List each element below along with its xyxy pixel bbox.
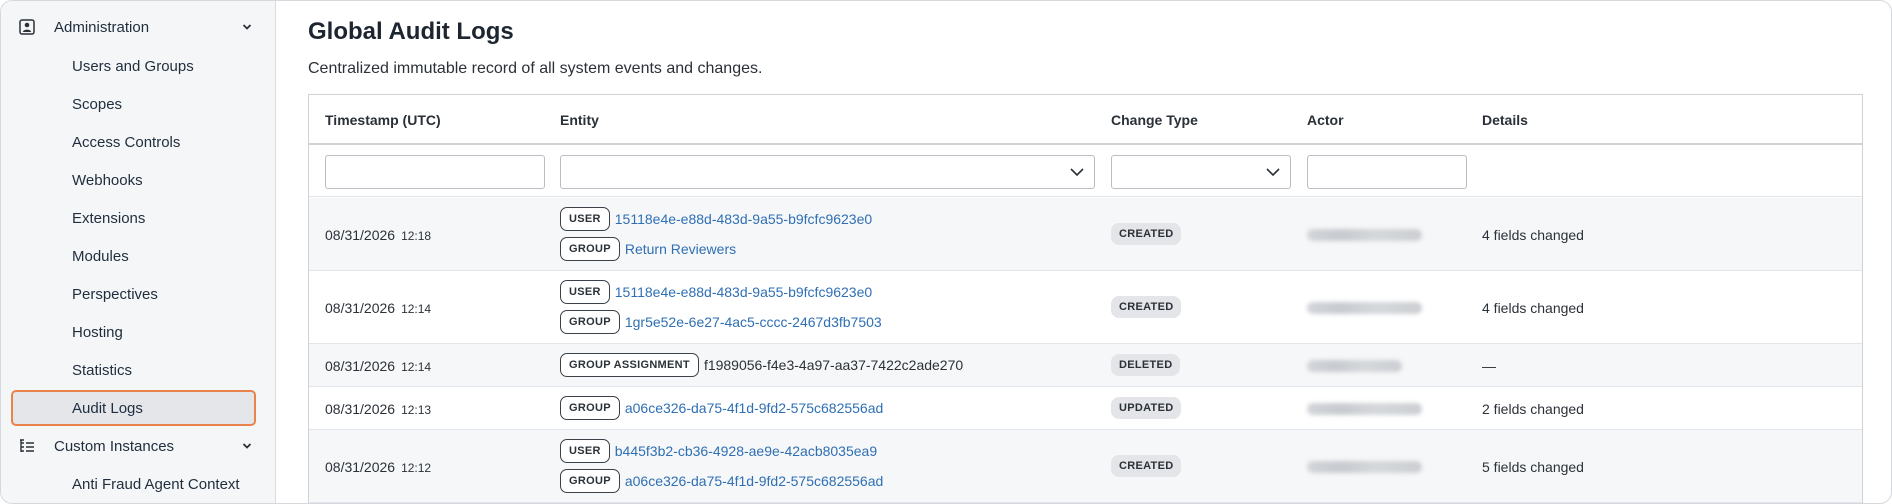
main-content: Global Audit Logs Centralized immutable …	[276, 1, 1891, 503]
date-text: 08/31/2026	[325, 227, 396, 243]
actor-redacted	[1307, 229, 1422, 241]
table-row[interactable]: 08/31/2026 12:14 GROUP ASSIGNMENT f198905…	[309, 344, 1862, 387]
entity-type-tag: GROUP	[560, 237, 620, 261]
actor-redacted	[1307, 360, 1402, 372]
entity-id-text: f1989056-f4e3-4a97-aa37-7422c2ade270	[703, 357, 964, 373]
entity-type-tag: USER	[560, 439, 610, 463]
entity-type-tag: GROUP ASSIGNMENT	[560, 353, 699, 377]
sidebar-section-administration[interactable]: Administration	[1, 11, 276, 43]
date-text: 08/31/2026	[325, 459, 396, 475]
entity-type-tag: GROUP	[560, 396, 620, 420]
table-row[interactable]: 08/31/2026 12:14 USER 15118e4e-e88d-483d-…	[309, 271, 1862, 344]
date-text: 08/31/2026	[325, 300, 396, 316]
actor-redacted	[1307, 302, 1422, 314]
chevron-down-icon	[1070, 168, 1084, 177]
timestamp-cell: 08/31/2026 12:13	[325, 401, 431, 417]
table-row[interactable]: 08/31/2026 12:13 GROUP a06ce326-da75-4f1d…	[309, 387, 1862, 430]
sidebar-item-modules[interactable]: Modules	[11, 239, 256, 273]
table-header: Timestamp (UTC) Entity Change Type Actor…	[309, 95, 1862, 145]
change-type-filter-select[interactable]	[1111, 155, 1291, 189]
time-text: 12:13	[401, 403, 432, 417]
time-text: 12:14	[401, 302, 432, 316]
entity-type-tag: GROUP	[560, 310, 620, 334]
details-cell: —	[1482, 358, 1496, 374]
entity-link[interactable]: 15118e4e-e88d-483d-9a55-b9fcfc9623e0	[615, 211, 872, 227]
entity-link[interactable]: Return Reviewers	[625, 241, 736, 257]
column-header-timestamp[interactable]: Timestamp (UTC)	[325, 112, 441, 128]
entity-link[interactable]: a06ce326-da75-4f1d-9fd2-575c682556ad	[625, 473, 883, 489]
timestamp-cell: 08/31/2026 12:12	[325, 459, 431, 475]
change-type-badge: CREATED	[1111, 455, 1182, 477]
change-type-badge: CREATED	[1111, 296, 1182, 318]
timestamp-cell: 08/31/2026 12:18	[325, 227, 431, 243]
time-text: 12:18	[401, 229, 432, 243]
sidebar-item-webhooks[interactable]: Webhooks	[11, 163, 256, 197]
entity-line: GROUP a06ce326-da75-4f1d-9fd2-575c682556…	[560, 395, 883, 421]
entity-link[interactable]: a06ce326-da75-4f1d-9fd2-575c682556ad	[625, 400, 883, 416]
entity-link[interactable]: 15118e4e-e88d-483d-9a55-b9fcfc9623e0	[615, 284, 872, 300]
details-cell: 2 fields changed	[1482, 401, 1584, 417]
entity-link[interactable]: 1gr5e52e-6e27-4ac5-cccc-2467d3fb7503	[625, 314, 882, 330]
audit-log-table: Timestamp (UTC) Entity Change Type Actor…	[308, 94, 1863, 503]
entity-type-tag: GROUP	[560, 469, 620, 493]
sidebar-item-extensions[interactable]: Extensions	[11, 201, 256, 235]
entity-line: GROUP ASSIGNMENT f1989056-f4e3-4a97-aa37…	[560, 352, 963, 378]
sidebar-item-users-and-groups[interactable]: Users and Groups	[11, 49, 256, 83]
details-cell: 4 fields changed	[1482, 227, 1584, 243]
sidebar-item-scopes[interactable]: Scopes	[11, 87, 256, 121]
details-cell: 4 fields changed	[1482, 300, 1584, 316]
entity-line: GROUP a06ce326-da75-4f1d-9fd2-575c682556…	[560, 468, 883, 494]
column-header-actor[interactable]: Actor	[1307, 112, 1344, 128]
entity-line: GROUP 1gr5e52e-6e27-4ac5-cccc-2467d3fb75…	[560, 309, 882, 335]
column-header-entity[interactable]: Entity	[560, 112, 599, 128]
entity-line: USER b445f3b2-cb36-4928-ae9e-42acb8035ea…	[560, 438, 877, 464]
actor-redacted	[1307, 461, 1422, 473]
column-header-details: Details	[1482, 112, 1528, 128]
change-type-badge: UPDATED	[1111, 397, 1182, 419]
entity-type-tag: USER	[560, 280, 610, 304]
sidebar-section-custom-instances[interactable]: Custom Instances	[1, 430, 276, 462]
app-window: Administration Users and Groups Scopes A…	[0, 0, 1892, 504]
table-row[interactable]: 08/31/2026 12:12 USER b445f3b2-cb36-4928-…	[309, 430, 1862, 503]
entity-type-tag: USER	[560, 207, 610, 231]
page-subtitle: Centralized immutable record of all syst…	[308, 60, 763, 77]
sidebar-section-label: Custom Instances	[54, 437, 175, 455]
entity-line: USER 15118e4e-e88d-483d-9a55-b9fcfc9623e…	[560, 279, 872, 305]
sidebar-item-access-controls[interactable]: Access Controls	[11, 125, 256, 159]
change-type-badge: CREATED	[1111, 223, 1182, 245]
timestamp-cell: 08/31/2026 12:14	[325, 300, 431, 316]
sidebar-item-perspectives[interactable]: Perspectives	[11, 277, 256, 311]
page-title: Global Audit Logs	[308, 18, 514, 45]
date-text: 08/31/2026	[325, 401, 396, 417]
sidebar-item-audit-logs[interactable]: Audit Logs	[11, 390, 256, 426]
sidebar-item-anti-fraud-agent-context[interactable]: Anti Fraud Agent Context	[11, 467, 256, 501]
time-text: 12:14	[401, 360, 432, 374]
sidebar-item-hosting[interactable]: Hosting	[11, 315, 256, 349]
chevron-down-icon	[242, 24, 252, 30]
column-header-change-type[interactable]: Change Type	[1111, 112, 1198, 128]
sidebar-item-statistics[interactable]: Statistics	[11, 353, 256, 387]
actor-filter-input[interactable]	[1307, 155, 1467, 189]
chevron-down-icon	[1266, 168, 1280, 177]
entity-filter-select[interactable]	[560, 155, 1095, 189]
table-row[interactable]: 08/31/2026 12:18 USER 15118e4e-e88d-483d-…	[309, 198, 1862, 271]
hierarchy-list-icon	[20, 439, 34, 452]
filter-row	[309, 145, 1862, 197]
details-cell: 5 fields changed	[1482, 459, 1584, 475]
time-text: 12:12	[401, 461, 432, 475]
entity-line: USER 15118e4e-e88d-483d-9a55-b9fcfc9623e…	[560, 206, 872, 232]
sidebar: Administration Users and Groups Scopes A…	[1, 1, 276, 503]
sidebar-section-label: Administration	[54, 18, 150, 36]
date-text: 08/31/2026	[325, 358, 396, 374]
admin-person-icon	[19, 19, 35, 35]
actor-redacted	[1307, 403, 1422, 415]
change-type-badge: DELETED	[1111, 354, 1181, 376]
chevron-down-icon	[242, 443, 252, 449]
entity-link[interactable]: b445f3b2-cb36-4928-ae9e-42acb8035ea9	[615, 443, 877, 459]
entity-line: GROUP Return Reviewers	[560, 236, 736, 262]
timestamp-filter-input[interactable]	[325, 155, 545, 189]
timestamp-cell: 08/31/2026 12:14	[325, 358, 431, 374]
